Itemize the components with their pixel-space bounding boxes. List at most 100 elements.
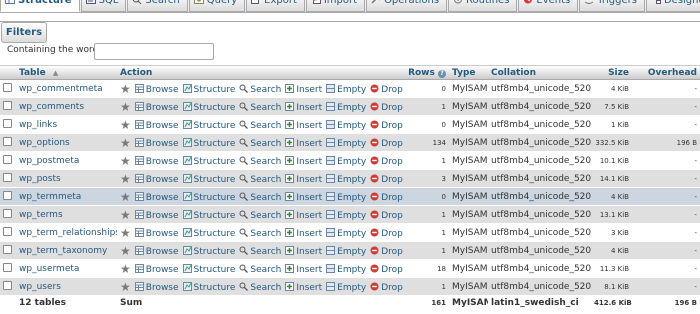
drop-action[interactable]: Drop	[370, 138, 403, 149]
table-size[interactable]: 1 KiB	[591, 115, 632, 134]
header-overhead[interactable]: Overhead	[632, 66, 700, 80]
table-size[interactable]: 10.1 KiB	[591, 151, 632, 170]
table-name[interactable]: wp_links	[16, 115, 117, 134]
search-action[interactable]: Search	[239, 228, 281, 239]
table-size[interactable]: 4 KiB	[591, 79, 632, 98]
drop-action[interactable]: Drop	[370, 174, 403, 185]
table-row[interactable]: wp_term_relationships ★ Browse Structure Sea…	[0, 223, 700, 242]
browse-action[interactable]: Browse	[134, 191, 179, 203]
structure-action[interactable]: Structure	[182, 173, 235, 185]
tab-export[interactable]: Export	[246, 0, 305, 12]
table-row[interactable]: wp_terms ★ Browse Structure Search Insert Empt…	[0, 205, 700, 224]
favorite-star-icon[interactable]: ★	[120, 154, 131, 168]
search-action[interactable]: Search	[239, 192, 281, 203]
tab-sql[interactable]: SQL	[80, 0, 127, 12]
empty-action[interactable]: Empty	[326, 209, 366, 221]
favorite-star-icon[interactable]: ★	[120, 280, 131, 294]
table-row[interactable]: wp_term_taxonomy ★ Browse Structure Search In…	[0, 241, 700, 260]
drop-action[interactable]: Drop	[370, 102, 403, 113]
favorite-star-icon[interactable]: ★	[120, 136, 131, 150]
table-size[interactable]: 4 KiB	[591, 187, 632, 206]
row-checkbox[interactable]	[3, 244, 12, 254]
table-name[interactable]: wp_terms	[16, 205, 117, 224]
table-size[interactable]: 332.5 KiB	[591, 133, 632, 152]
tab-search[interactable]: Search	[127, 0, 188, 12]
favorite-star-icon[interactable]: ★	[120, 244, 131, 258]
browse-action[interactable]: Browse	[134, 227, 179, 239]
insert-action[interactable]: Insert	[285, 83, 322, 95]
insert-action[interactable]: Insert	[285, 281, 322, 293]
table-row[interactable]: wp_comments ★ Browse Structure Search Insert E…	[0, 97, 700, 116]
header-size[interactable]: Size	[591, 66, 632, 80]
search-action[interactable]: Search	[239, 264, 281, 275]
tab-operations[interactable]: Operations	[366, 0, 448, 12]
search-action[interactable]: Search	[239, 246, 281, 257]
row-checkbox[interactable]	[3, 280, 12, 290]
row-checkbox[interactable]	[3, 118, 12, 128]
row-checkbox[interactable]	[3, 82, 12, 92]
structure-action[interactable]: Structure	[182, 191, 235, 203]
empty-action[interactable]: Empty	[326, 263, 366, 275]
table-name[interactable]: wp_comments	[16, 97, 117, 116]
table-size[interactable]: 14.1 KiB	[591, 169, 632, 188]
browse-action[interactable]: Browse	[134, 209, 179, 221]
drop-action[interactable]: Drop	[370, 192, 403, 203]
row-checkbox[interactable]	[3, 136, 12, 146]
table-row[interactable]: wp_links ★ Browse Structure Search Insert Empt…	[0, 115, 700, 134]
search-action[interactable]: Search	[239, 210, 281, 221]
table-row[interactable]: wp_options ★ Browse Structure Search Insert Em…	[0, 133, 700, 152]
structure-action[interactable]: Structure	[182, 263, 235, 275]
table-row[interactable]: wp_termmeta ★ Browse Structure Search Insert E…	[0, 187, 700, 206]
empty-action[interactable]: Empty	[326, 191, 366, 203]
insert-action[interactable]: Insert	[285, 227, 322, 239]
search-action[interactable]: Search	[239, 174, 281, 185]
search-action[interactable]: Search	[239, 156, 281, 167]
drop-action[interactable]: Drop	[370, 84, 403, 95]
tab-query[interactable]: Query	[188, 0, 246, 12]
structure-action[interactable]: Structure	[182, 137, 235, 149]
empty-action[interactable]: Empty	[326, 281, 366, 293]
search-action[interactable]: Search	[239, 138, 281, 149]
empty-action[interactable]: Empty	[326, 101, 366, 113]
drop-action[interactable]: Drop	[370, 264, 403, 275]
structure-action[interactable]: Structure	[182, 155, 235, 167]
row-checkbox[interactable]	[3, 100, 12, 110]
insert-action[interactable]: Insert	[285, 245, 322, 257]
table-row[interactable]: wp_usermeta ★ Browse Structure Search Insert E…	[0, 259, 700, 278]
search-action[interactable]: Search	[239, 120, 281, 131]
row-checkbox[interactable]	[3, 208, 12, 218]
insert-action[interactable]: Insert	[285, 119, 322, 131]
table-size[interactable]: 8.1 KiB	[591, 277, 632, 296]
structure-action[interactable]: Structure	[182, 245, 235, 257]
insert-action[interactable]: Insert	[285, 263, 322, 275]
structure-action[interactable]: Structure	[182, 101, 235, 113]
header-collation[interactable]: Collation	[488, 66, 591, 80]
insert-action[interactable]: Insert	[285, 191, 322, 203]
browse-action[interactable]: Browse	[134, 263, 179, 275]
browse-action[interactable]: Browse	[134, 173, 179, 185]
structure-action[interactable]: Structure	[182, 281, 235, 293]
row-checkbox[interactable]	[3, 262, 12, 272]
table-name[interactable]: wp_term_relationships	[16, 223, 117, 242]
tab-routines[interactable]: Routines	[448, 0, 518, 12]
filter-input[interactable]	[94, 43, 214, 60]
browse-action[interactable]: Browse	[134, 245, 179, 257]
header-rows[interactable]: Rows ?	[404, 66, 449, 80]
drop-action[interactable]: Drop	[370, 120, 403, 131]
table-name[interactable]: wp_users	[16, 277, 117, 296]
table-row[interactable]: wp_posts ★ Browse Structure Search Insert Empt…	[0, 169, 700, 188]
favorite-star-icon[interactable]: ★	[120, 208, 131, 222]
table-name[interactable]: wp_usermeta	[16, 259, 117, 278]
browse-action[interactable]: Browse	[134, 119, 179, 131]
table-row[interactable]: wp_postmeta ★ Browse Structure Search Insert E…	[0, 151, 700, 170]
empty-action[interactable]: Empty	[326, 155, 366, 167]
empty-action[interactable]: Empty	[326, 83, 366, 95]
search-action[interactable]: Search	[239, 84, 281, 95]
tab-import[interactable]: Import	[305, 0, 366, 12]
browse-action[interactable]: Browse	[134, 137, 179, 149]
favorite-star-icon[interactable]: ★	[120, 172, 131, 186]
structure-action[interactable]: Structure	[182, 209, 235, 221]
browse-action[interactable]: Browse	[134, 101, 179, 113]
insert-action[interactable]: Insert	[285, 101, 322, 113]
structure-action[interactable]: Structure	[182, 83, 235, 95]
